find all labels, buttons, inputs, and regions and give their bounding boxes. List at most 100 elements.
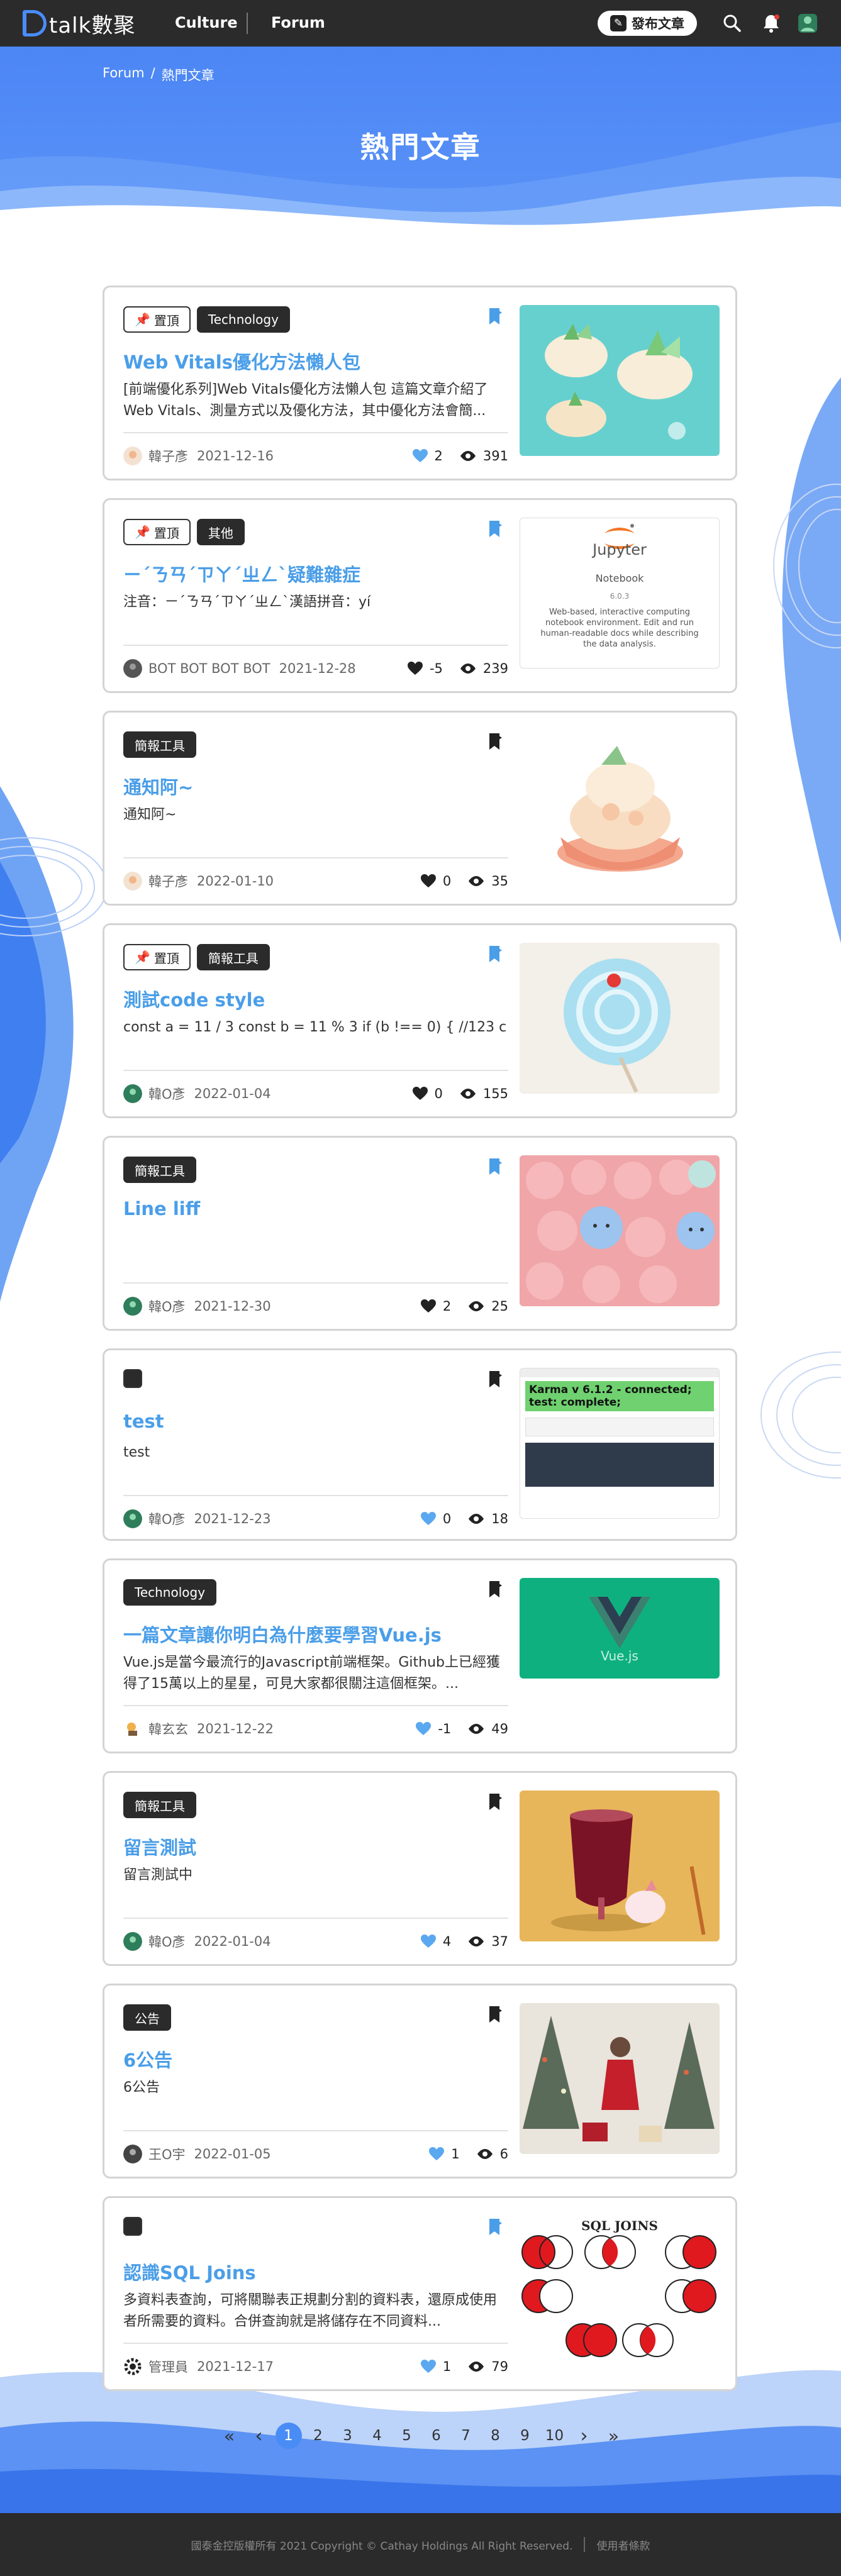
post-title[interactable]: 6公告 bbox=[123, 2046, 172, 2072]
bookmark-icon[interactable] bbox=[486, 731, 506, 752]
post-author[interactable]: 韓子彥 bbox=[148, 447, 188, 465]
next-page-button[interactable]: › bbox=[569, 2425, 599, 2447]
post-title[interactable]: ㄧˊㄋㄢˊㄗㄚˊㄓㄥˋ疑難雜症 bbox=[123, 560, 360, 587]
pin-label: 置頂 bbox=[153, 313, 179, 328]
prev-page-button[interactable]: ‹ bbox=[244, 2425, 274, 2447]
post-author[interactable]: 韓玄玄 bbox=[148, 1719, 188, 1738]
post-author[interactable]: 韓O彥 bbox=[148, 1084, 186, 1103]
category-tag[interactable]: 簡報工具 bbox=[196, 944, 270, 970]
post-thumbnail[interactable] bbox=[520, 2003, 720, 2154]
like-icon[interactable] bbox=[420, 1934, 437, 1949]
bookmark-icon[interactable] bbox=[486, 1792, 506, 1812]
category-tag[interactable] bbox=[123, 2217, 142, 2236]
post-title[interactable]: Web Vitals優化方法懶人包 bbox=[123, 348, 360, 374]
page-4[interactable]: 4 bbox=[362, 2428, 392, 2444]
like-icon[interactable] bbox=[407, 661, 423, 676]
category-tag[interactable]: 簡報工具 bbox=[123, 731, 196, 758]
first-page-button[interactable]: « bbox=[214, 2426, 244, 2446]
user-avatar[interactable] bbox=[796, 12, 819, 35]
terms-link[interactable]: 使用者條款 bbox=[596, 2537, 650, 2553]
bookmark-icon[interactable] bbox=[486, 519, 506, 539]
view-count: 79 bbox=[491, 2359, 508, 2374]
page-3[interactable]: 3 bbox=[333, 2428, 362, 2444]
bookmark-icon[interactable] bbox=[486, 2217, 506, 2237]
post-author[interactable]: 韓O彥 bbox=[148, 1509, 186, 1528]
page-5[interactable]: 5 bbox=[392, 2428, 421, 2444]
post-card[interactable]: 公告 6公告 6公告 王O宇 2022-01-05 1 6 bbox=[103, 1984, 737, 2179]
like-icon[interactable] bbox=[420, 2359, 437, 2374]
bell-icon[interactable] bbox=[760, 12, 783, 35]
bookmark-icon[interactable] bbox=[486, 306, 506, 326]
page-7[interactable]: 7 bbox=[451, 2428, 481, 2444]
post-card[interactable]: 簡報工具 留言測試 留言測試中 韓O彥 2022-01-04 4 37 bbox=[103, 1771, 737, 1966]
like-icon[interactable] bbox=[415, 1721, 432, 1736]
category-tag[interactable]: 簡報工具 bbox=[123, 1157, 196, 1183]
category-tag[interactable] bbox=[123, 1369, 142, 1388]
post-title[interactable]: 通知阿~ bbox=[123, 773, 193, 799]
view-icon bbox=[469, 1936, 484, 1946]
page-8[interactable]: 8 bbox=[481, 2428, 510, 2444]
category-tag[interactable]: 公告 bbox=[123, 2004, 171, 2031]
post-thumbnail[interactable] bbox=[520, 730, 720, 881]
post-author[interactable]: 韓O彥 bbox=[148, 1297, 186, 1316]
post-thumbnail[interactable] bbox=[520, 943, 720, 1094]
publish-article-button[interactable]: ✎ 發布文章 bbox=[598, 11, 697, 36]
post-author[interactable]: 韓子彥 bbox=[148, 872, 188, 891]
post-card[interactable]: 📌 置頂 簡報工具 測試code style const a = 11 / 3 c… bbox=[103, 923, 737, 1118]
bookmark-icon[interactable] bbox=[486, 1369, 506, 1389]
last-page-button[interactable]: » bbox=[599, 2426, 628, 2446]
post-title[interactable]: 認識SQL Joins bbox=[123, 2258, 256, 2285]
category-tag[interactable]: Technology bbox=[123, 1579, 217, 1606]
logo[interactable]: talk數聚 bbox=[23, 9, 135, 38]
post-thumbnail[interactable]: SQL JOINS bbox=[520, 2216, 720, 2367]
like-icon[interactable] bbox=[412, 448, 428, 464]
bookmark-icon[interactable] bbox=[486, 1157, 506, 1177]
admin-gear-icon bbox=[124, 2358, 142, 2375]
view-icon bbox=[469, 2362, 484, 2372]
post-title[interactable]: Line liff bbox=[123, 1198, 200, 1219]
bookmark-icon[interactable] bbox=[486, 1579, 506, 1599]
breadcrumb-forum[interactable]: Forum bbox=[103, 65, 145, 84]
like-icon[interactable] bbox=[412, 1086, 428, 1101]
category-tag[interactable]: 其他 bbox=[196, 519, 245, 545]
post-title[interactable]: 一篇文章讓你明白為什麼要學習Vue.js bbox=[123, 1621, 442, 1647]
category-tag[interactable]: 簡報工具 bbox=[123, 1792, 196, 1818]
jupyter-version: 6.0.3 bbox=[610, 592, 630, 601]
nav-link-culture[interactable]: Culture bbox=[175, 14, 238, 31]
post-author[interactable]: 管理員 bbox=[148, 2357, 188, 2376]
post-card[interactable]: 簡報工具 通知阿~ 通知阿~ 韓子彥 2022-01-10 0 35 bbox=[103, 711, 737, 906]
post-card[interactable]: 📌 置頂 Technology Web Vitals優化方法懶人包 [前端優化系列… bbox=[103, 286, 737, 480]
page-10[interactable]: 10 bbox=[540, 2428, 569, 2444]
post-thumbnail[interactable] bbox=[520, 1155, 720, 1306]
page-9[interactable]: 9 bbox=[510, 2428, 540, 2444]
post-card[interactable]: Technology 一篇文章讓你明白為什麼要學習Vue.js Vue.js是當… bbox=[103, 1558, 737, 1753]
page-1[interactable]: 1 bbox=[274, 2423, 303, 2449]
page-2[interactable]: 2 bbox=[303, 2428, 333, 2444]
bookmark-icon[interactable] bbox=[486, 2004, 506, 2024]
page-6[interactable]: 6 bbox=[421, 2428, 451, 2444]
post-thumbnail[interactable] bbox=[520, 305, 720, 456]
post-thumbnail[interactable] bbox=[520, 1790, 720, 1941]
nav-link-forum[interactable]: Forum bbox=[271, 14, 325, 31]
search-icon[interactable] bbox=[721, 12, 744, 35]
like-icon[interactable] bbox=[428, 2146, 445, 2162]
post-date: 2021-12-28 bbox=[279, 661, 356, 676]
post-thumbnail[interactable]: Karma v 6.1.2 - connected; test: complet… bbox=[520, 1368, 720, 1519]
like-icon[interactable] bbox=[420, 874, 437, 889]
post-title[interactable]: test bbox=[123, 1411, 164, 1432]
post-card[interactable]: 認識SQL Joins 多資料表查詢，可將關聯表正規劃分割的資料表，還原成使用者… bbox=[103, 2196, 737, 2391]
like-icon[interactable] bbox=[420, 1511, 437, 1526]
post-title[interactable]: 留言測試 bbox=[123, 1833, 196, 1860]
post-author[interactable]: 王O宇 bbox=[148, 2145, 186, 2163]
post-thumbnail[interactable]: Vue.js bbox=[520, 1578, 720, 1679]
post-title[interactable]: 測試code style bbox=[123, 985, 265, 1012]
category-tag[interactable]: Technology bbox=[196, 306, 290, 333]
post-author[interactable]: 韓O彥 bbox=[148, 1932, 186, 1951]
post-card[interactable]: 📌 置頂 其他 ㄧˊㄋㄢˊㄗㄚˊㄓㄥˋ疑難雜症 注音：ㄧˊㄋㄢˊㄗㄚˊㄓㄥˋ漢語拼… bbox=[103, 498, 737, 693]
post-thumbnail[interactable]: Jupyter Notebook 6.0.3 Web-based, intera… bbox=[520, 518, 720, 669]
post-card[interactable]: test test 韓O彥 2021-12-23 0 18 Karma v 6.… bbox=[103, 1348, 737, 1541]
like-icon[interactable] bbox=[420, 1299, 437, 1314]
bookmark-icon[interactable] bbox=[486, 944, 506, 964]
post-author[interactable]: BOT BOT BOT BOT bbox=[148, 661, 270, 676]
post-card[interactable]: 簡報工具 Line liff 韓O彥 2021-12-30 2 25 bbox=[103, 1136, 737, 1331]
